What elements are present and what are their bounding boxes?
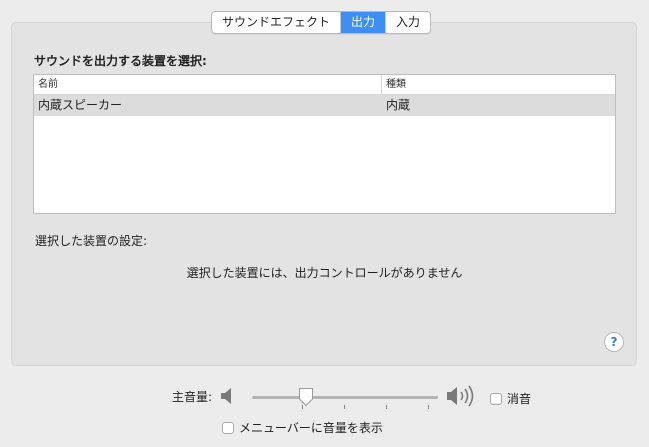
table-row[interactable]: 内蔵スピーカー 内蔵 bbox=[34, 95, 615, 116]
slider-tick bbox=[428, 405, 429, 409]
column-header-type[interactable]: 種類 bbox=[382, 75, 406, 94]
help-button[interactable]: ? bbox=[604, 332, 624, 352]
device-name-cell: 内蔵スピーカー bbox=[38, 98, 123, 112]
tab-output[interactable]: 出力 bbox=[341, 12, 387, 33]
speaker-high-icon bbox=[446, 383, 482, 412]
device-type-cell: 内蔵 bbox=[386, 98, 411, 112]
device-table[interactable]: 名前 種類 内蔵スピーカー 内蔵 bbox=[33, 74, 616, 214]
volume-slider[interactable] bbox=[252, 386, 438, 416]
tab-bar: サウンドエフェクト 出力 入力 bbox=[211, 11, 432, 34]
device-section-title: サウンドを出力する装置を選択: bbox=[34, 54, 207, 68]
mute-label: 消音 bbox=[507, 392, 532, 406]
show-volume-in-menubar-checkbox[interactable] bbox=[222, 421, 234, 434]
table-header: 名前 種類 bbox=[34, 75, 615, 95]
slider-tick bbox=[344, 405, 345, 409]
show-volume-in-menubar-label: メニューバーに音量を表示 bbox=[239, 421, 383, 435]
settings-title: 選択した装置の設定: bbox=[35, 234, 148, 248]
slider-track bbox=[252, 396, 438, 399]
mute-checkbox[interactable] bbox=[490, 392, 502, 405]
no-controls-message: 選択した装置には、出力コントロールがありません bbox=[186, 266, 463, 280]
master-volume-label: 主音量: bbox=[172, 390, 213, 404]
slider-tick bbox=[386, 405, 387, 409]
tab-sound-effects[interactable]: サウンドエフェクト bbox=[212, 12, 342, 33]
mute-toggle[interactable]: 消音 bbox=[490, 390, 531, 407]
show-volume-in-menubar-toggle[interactable]: メニューバーに音量を表示 bbox=[222, 419, 383, 436]
speaker-low-icon bbox=[220, 386, 234, 409]
column-header-name[interactable]: 名前 bbox=[34, 75, 382, 94]
slider-thumb[interactable] bbox=[298, 387, 314, 410]
tab-input[interactable]: 入力 bbox=[386, 12, 430, 33]
